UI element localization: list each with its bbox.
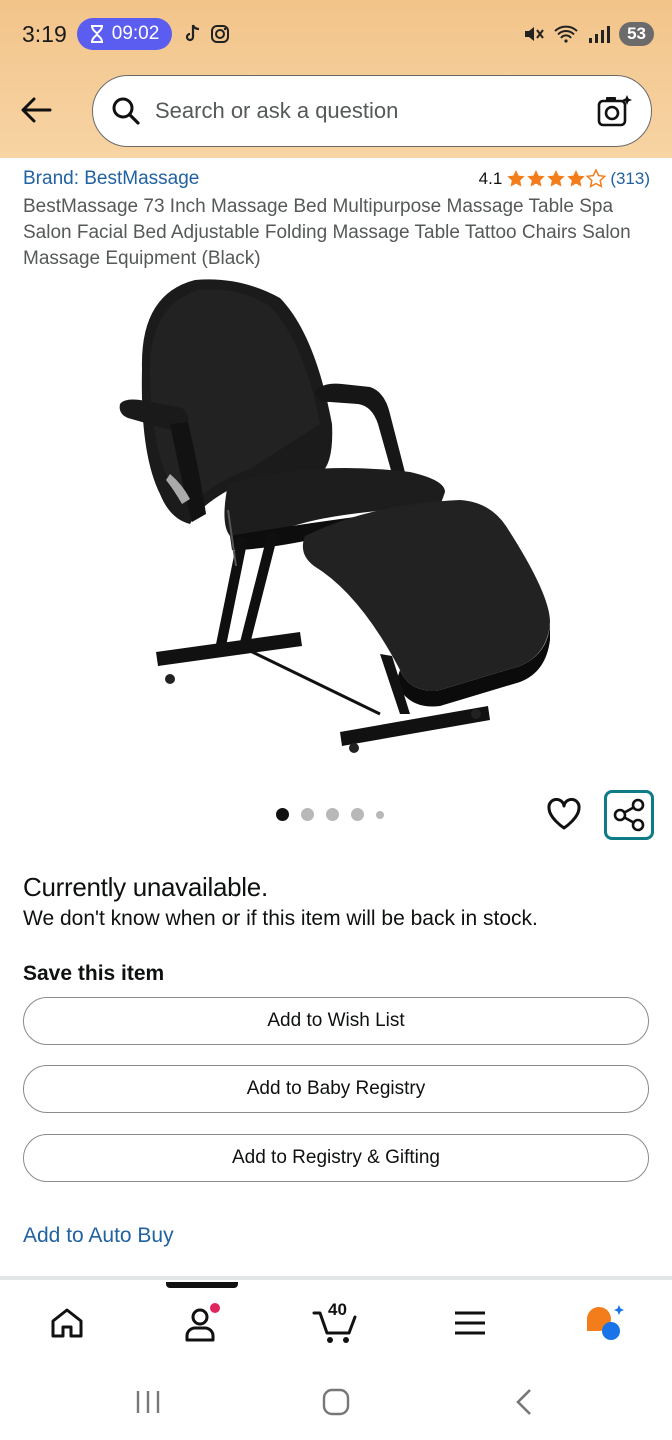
recent-apps-button[interactable] [118,1382,178,1422]
header: 3:19 09:02 53 Search or ask a question [0,0,672,158]
home-icon [51,1308,83,1338]
instagram-icon [211,25,230,43]
brand-rating-row: Brand: BestMassage 4.1 (313) [23,168,650,190]
pagination-dot[interactable] [351,808,364,821]
search-input[interactable]: Search or ask a question [92,75,652,147]
nav-menu[interactable] [430,1282,510,1364]
save-item-heading: Save this item [23,962,165,985]
recent-apps-icon [136,1391,160,1413]
share-button[interactable] [604,790,654,840]
rating-count: (313) [610,169,650,188]
availability-message: We don't know when or if this item will … [23,907,538,930]
nav-rufus[interactable] [565,1282,645,1364]
pagination-dot[interactable] [376,810,384,819]
star-rating-icon [507,169,606,188]
menu-icon [455,1311,485,1335]
battery-level: 53 [627,24,646,43]
chevron-left-icon [516,1389,531,1415]
status-time: 3:19 [22,20,67,47]
timer-pill[interactable]: 09:02 [76,18,173,50]
wifi-icon [554,25,578,43]
add-to-auto-buy-link[interactable]: Add to Auto Buy [23,1224,174,1248]
system-back-button[interactable] [494,1382,554,1422]
signal-icon [589,26,611,43]
rufus-icon [587,1305,624,1340]
wishlist-heart-button[interactable] [543,794,585,834]
add-to-baby-registry-button[interactable]: Add to Baby Registry [23,1065,649,1113]
timer-text: 09:02 [111,23,160,44]
status-bar: 3:19 09:02 53 [22,14,654,54]
nav-account[interactable] [162,1282,242,1364]
nav-home[interactable] [27,1282,107,1364]
cart-count-badge: 40 [328,1300,347,1319]
pagination-dot[interactable] [326,808,339,821]
image-pagination[interactable] [276,808,384,821]
camera-lens-icon[interactable] [597,94,633,128]
rating-summary[interactable]: 4.1 (313) [479,169,650,189]
availability-heading: Currently unavailable. [23,872,268,902]
pagination-dot[interactable] [276,808,289,821]
search-placeholder: Search or ask a question [155,98,399,123]
brand-link[interactable]: Brand: BestMassage [23,168,199,190]
search-row: Search or ask a question [0,74,672,147]
back-arrow-icon [21,97,52,123]
rating-value: 4.1 [478,169,503,188]
tiktok-icon [186,24,200,42]
pagination-dot[interactable] [301,808,314,821]
add-to-wish-list-button[interactable]: Add to Wish List [23,997,649,1045]
battery-indicator: 53 [619,22,654,46]
home-circle-icon [322,1388,350,1416]
add-to-registry-gifting-button[interactable]: Add to Registry & Gifting [23,1134,649,1182]
product-title: BestMassage 73 Inch Massage Bed Multipur… [23,196,631,269]
account-icon [185,1303,220,1342]
product-image[interactable] [110,274,570,764]
search-icon [112,97,140,125]
hourglass-icon [90,25,103,43]
heart-icon [547,798,581,830]
divider [0,1276,672,1280]
bottom-nav: 40 [0,1282,672,1364]
nav-cart[interactable]: 40 [296,1282,376,1364]
mute-icon [525,27,544,41]
share-icon [613,798,645,832]
home-system-button[interactable] [306,1382,366,1422]
back-button[interactable] [0,74,72,146]
system-nav-bar [0,1364,672,1440]
